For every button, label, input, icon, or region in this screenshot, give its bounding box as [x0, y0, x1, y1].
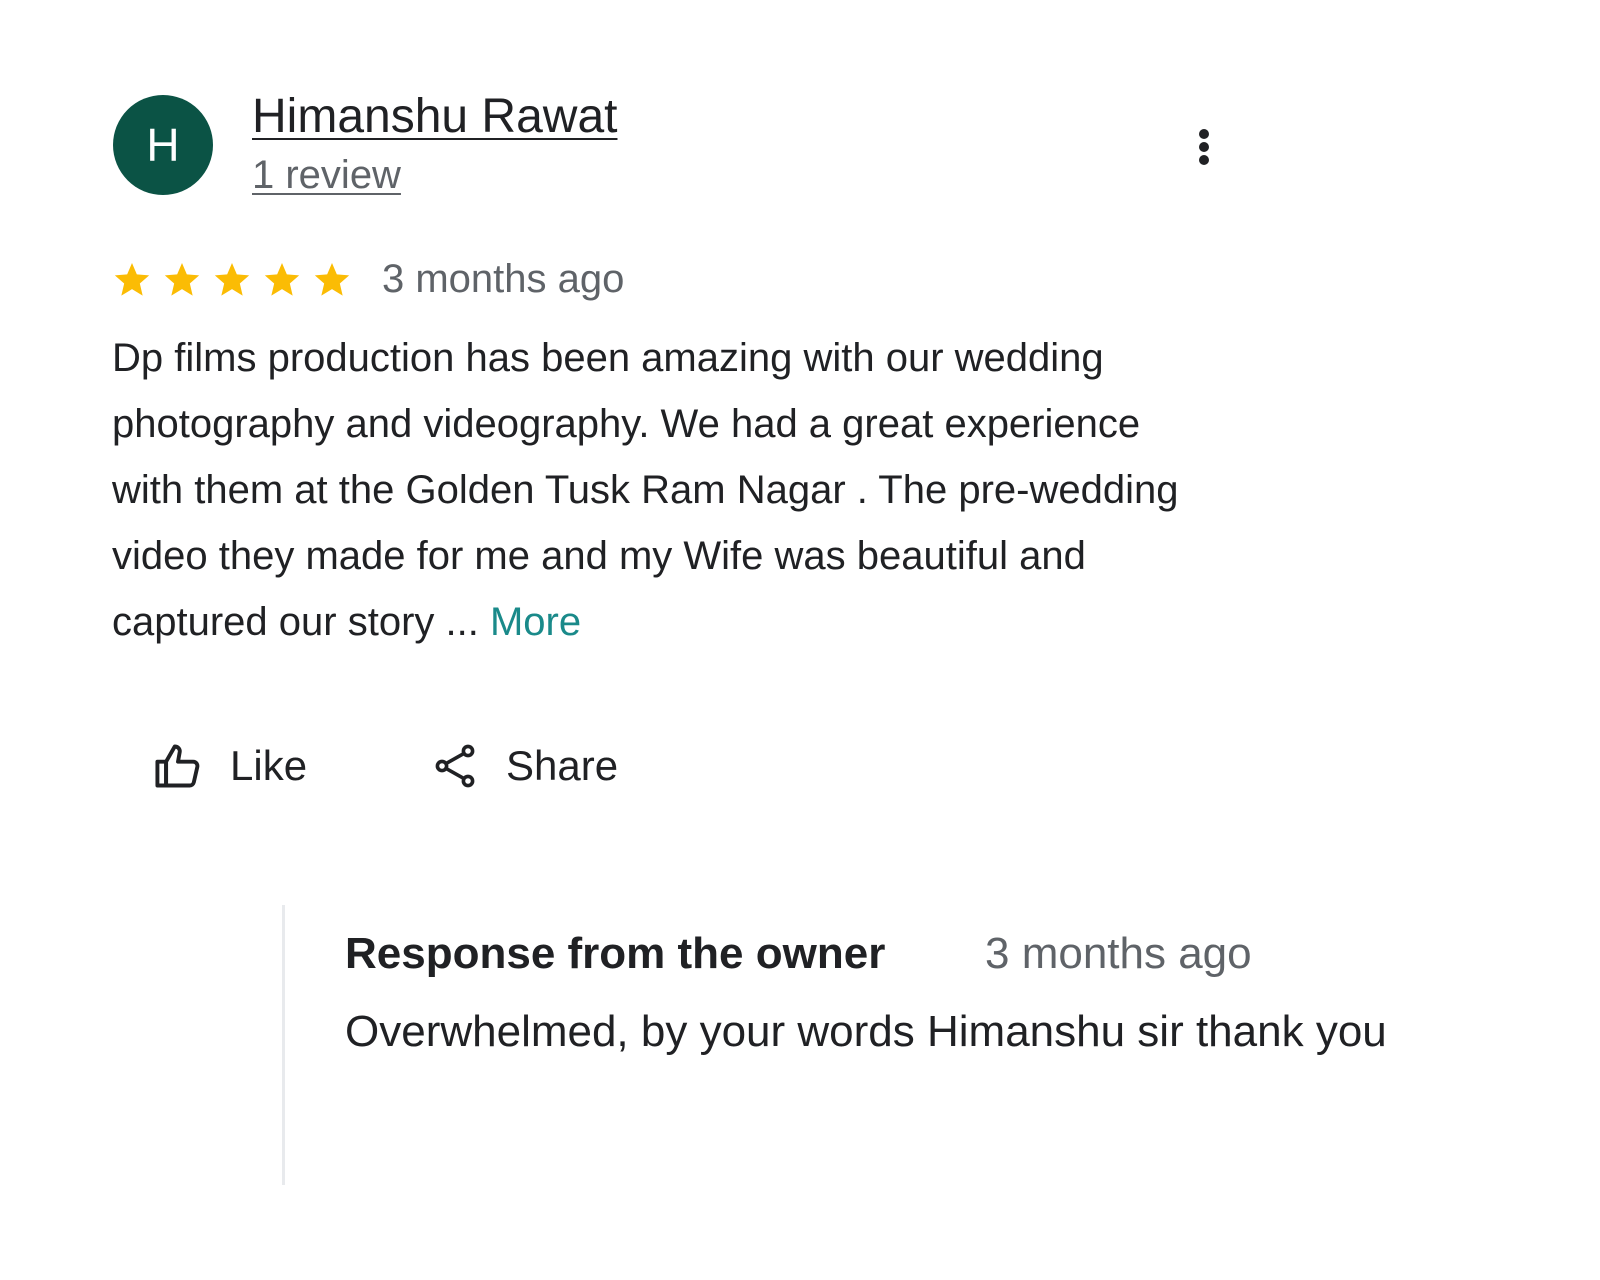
share-icon [435, 744, 475, 788]
owner-response-date: 3 months ago [985, 929, 1252, 978]
owner-response-text: Overwhelmed, by your words Himanshu sir … [345, 1007, 1387, 1056]
star-icon [114, 263, 150, 296]
thumbs-up-icon [155, 744, 200, 788]
owner-response: Response from the owner 3 months ago Ove… [282, 905, 1465, 1185]
star-rating [112, 255, 352, 305]
owner-response-title: Response from the owner [345, 929, 886, 978]
share-button[interactable]: Share [432, 735, 618, 797]
review-body: Dp films production has been amazing wit… [112, 336, 1179, 644]
more-options-button[interactable] [1184, 126, 1224, 176]
review-date: 3 months ago [382, 257, 625, 301]
like-button[interactable]: Like [152, 735, 307, 797]
review-card: H Himanshu Rawat 1 review 3 months ago D… [0, 0, 1600, 1280]
like-label: Like [230, 742, 308, 789]
review-count-link[interactable]: 1 review [252, 150, 401, 200]
star-icon [314, 263, 350, 296]
star-icon [264, 263, 300, 296]
reviewer-name-link[interactable]: Himanshu Rawat [252, 88, 617, 146]
star-icon [164, 263, 200, 296]
share-label: Share [506, 742, 619, 789]
more-vert-icon [1199, 129, 1209, 165]
review-text: Dp films production has been amazing wit… [112, 325, 1212, 655]
more-link[interactable]: More [490, 600, 581, 644]
star-icon [214, 263, 250, 296]
avatar[interactable]: H [113, 95, 213, 195]
